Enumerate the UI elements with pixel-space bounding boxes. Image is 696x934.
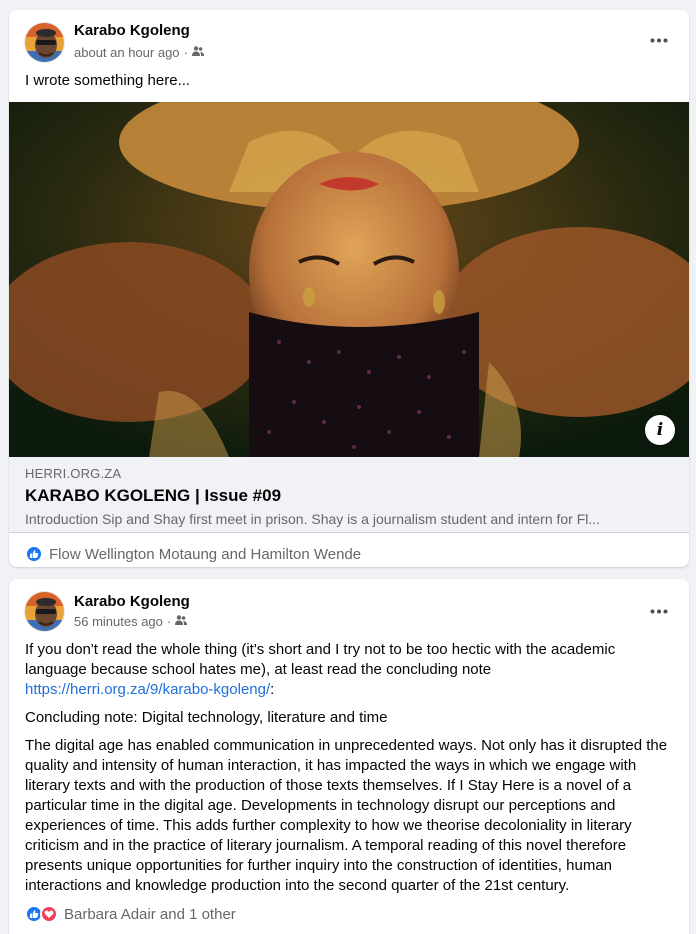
info-button[interactable]: i	[645, 415, 675, 445]
post-paragraph: Concluding note: Digital technology, lit…	[25, 709, 388, 726]
post-timestamp[interactable]: 56 minutes ago	[74, 614, 163, 629]
like-icon	[25, 545, 43, 563]
post-header: Karabo Kgoleng about an hour ago ·	[9, 10, 689, 70]
more-dots-icon	[650, 38, 668, 42]
friends-icon[interactable]	[191, 45, 204, 60]
reaction-icons	[25, 905, 58, 923]
link-domain: HERRI.ORG.ZA	[25, 466, 122, 481]
more-dots-icon	[650, 609, 668, 613]
post-meta: about an hour ago ·	[74, 45, 204, 60]
post-card: Karabo Kgoleng 56 minutes ago · If you d…	[9, 579, 689, 934]
reaction-icons	[25, 545, 43, 563]
friends-icon[interactable]	[175, 614, 188, 629]
post-timestamp[interactable]: about an hour ago	[74, 45, 180, 60]
reactions-summary[interactable]: Flow Wellington Motaung and Hamilton Wen…	[25, 545, 361, 563]
author-name[interactable]: Karabo Kgoleng	[74, 22, 190, 39]
reactions-text[interactable]: Barbara Adair and 1 other	[64, 906, 236, 923]
post-paragraph: The digital age has enabled communicatio…	[25, 737, 668, 894]
link-title[interactable]: KARABO KGOLENG | Issue #09	[25, 486, 673, 506]
dot-separator: ·	[183, 45, 188, 60]
more-options-button[interactable]	[645, 28, 673, 52]
avatar[interactable]	[24, 22, 65, 63]
post-meta: 56 minutes ago ·	[74, 614, 188, 629]
link-preview-image[interactable]: i	[9, 102, 689, 457]
post-text: I wrote something here...	[25, 72, 191, 89]
post-body: I wrote something here...	[9, 71, 689, 91]
link-description: Introduction Sip and Shay first meet in …	[25, 511, 601, 527]
post-header: Karabo Kgoleng 56 minutes ago ·	[9, 579, 689, 639]
more-options-button[interactable]	[645, 599, 673, 623]
post-body: If you don't read the whole thing (it's …	[9, 640, 689, 896]
dot-separator: ·	[166, 614, 172, 629]
post-paragraph: If you don't read the whole thing (it's …	[25, 640, 673, 700]
reactions-text[interactable]: Flow Wellington Motaung and Hamilton Wen…	[49, 546, 361, 563]
post-link[interactable]: https://herri.org.za/9/karabo-kgoleng/	[25, 681, 270, 698]
post-paragraph-end: :	[270, 681, 275, 698]
link-preview[interactable]: HERRI.ORG.ZA KARABO KGOLENG | Issue #09 …	[9, 457, 689, 533]
love-icon	[40, 905, 58, 923]
post-card: Karabo Kgoleng about an hour ago · I wro…	[9, 10, 689, 567]
shared-photo	[9, 102, 689, 457]
reactions-summary[interactable]: Barbara Adair and 1 other	[25, 905, 236, 923]
info-icon: i	[656, 420, 664, 440]
author-name[interactable]: Karabo Kgoleng	[74, 593, 190, 610]
post-paragraph-text: If you don't read the whole thing (it's …	[25, 641, 616, 678]
avatar[interactable]	[24, 591, 65, 632]
